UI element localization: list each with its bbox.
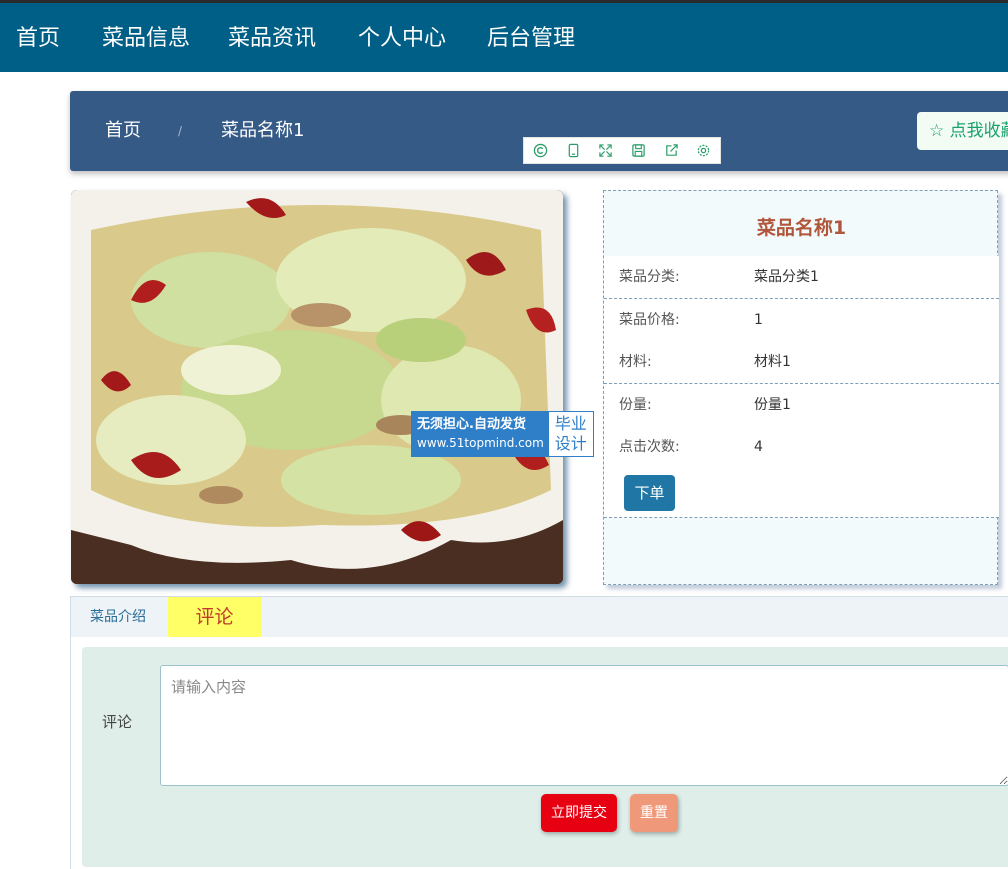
comment-field-label: 评论 xyxy=(102,713,133,731)
mobile-icon[interactable] xyxy=(557,138,590,163)
watermark-tag-line2: 设计 xyxy=(554,434,587,453)
detail-value: 菜品分类1 xyxy=(754,269,819,285)
dish-detail-panel: 菜品名称1 菜品分类: 菜品分类1 菜品价格: 1 材料: 材料1 份量: 份量… xyxy=(603,190,999,585)
watermark-text: 无须担心.自动发货 www.51topmind.com xyxy=(412,412,549,456)
watermark-url: www.51topmind.com xyxy=(417,436,544,450)
watermark-tag-line1: 毕业 xyxy=(554,414,587,433)
copyright-icon[interactable] xyxy=(524,138,557,163)
dish-photo xyxy=(71,190,563,584)
breadcrumb-separator: / xyxy=(178,124,183,138)
share-icon[interactable] xyxy=(655,138,688,163)
top-nav: 首页 菜品信息 菜品资讯 个人中心 后台管理 xyxy=(0,0,1008,75)
order-button[interactable]: 下单 xyxy=(624,475,675,511)
fullscreen-icon[interactable] xyxy=(589,138,622,163)
watermark-tag: 毕业 设计 xyxy=(549,412,593,456)
detail-value: 1 xyxy=(754,312,763,328)
detail-label: 菜品分类: xyxy=(619,269,680,285)
tab-dish-intro[interactable]: 菜品介绍 xyxy=(90,597,146,637)
detail-label: 材料: xyxy=(619,354,652,370)
breadcrumb-home[interactable]: 首页 xyxy=(105,91,141,171)
detail-row-category: 菜品分类: 菜品分类1 xyxy=(604,256,999,299)
nav-item-user-center[interactable]: 个人中心 xyxy=(358,6,446,72)
nav-item-admin[interactable]: 后台管理 xyxy=(487,6,575,72)
tabs-area: 菜品介绍 评论 评论 立即提交 重置 xyxy=(70,596,1008,869)
favorite-button[interactable]: ☆ 点我收藏 xyxy=(917,112,1008,150)
detail-row-portion: 份量: 份量1 xyxy=(604,384,999,427)
comment-form: 评论 立即提交 重置 xyxy=(82,647,1008,867)
dish-title: 菜品名称1 xyxy=(756,217,847,239)
save-icon[interactable] xyxy=(622,138,655,163)
nav-item-dish-news[interactable]: 菜品资讯 xyxy=(228,6,316,72)
detail-label: 菜品价格: xyxy=(619,312,680,328)
tab-bar: 菜品介绍 评论 xyxy=(71,597,1008,637)
reset-button[interactable]: 重置 xyxy=(630,794,678,832)
detail-row-ingredients: 材料: 材料1 xyxy=(604,341,999,384)
submit-button[interactable]: 立即提交 xyxy=(541,794,617,832)
detail-value: 4 xyxy=(754,439,763,455)
comment-input[interactable] xyxy=(160,665,1008,786)
detail-row-price: 菜品价格: 1 xyxy=(604,299,999,342)
settings-icon[interactable] xyxy=(687,138,720,163)
detail-value: 材料1 xyxy=(754,354,791,370)
detail-value: 份量1 xyxy=(754,397,791,413)
floating-toolbar xyxy=(523,137,721,164)
detail-label: 份量: xyxy=(619,397,652,413)
detail-label: 点击次数: xyxy=(619,439,680,455)
detail-row-clicks: 点击次数: 4 xyxy=(604,426,999,469)
order-row: 下单 xyxy=(604,468,999,518)
watermark-line1: 无须担心.自动发货 xyxy=(417,417,526,432)
breadcrumb-current: 菜品名称1 xyxy=(221,120,305,141)
watermark-badge: 无须担心.自动发货 www.51topmind.com 毕业 设计 xyxy=(411,411,594,457)
tab-comment[interactable]: 评论 xyxy=(168,597,261,637)
nav-item-dish-info[interactable]: 菜品信息 xyxy=(91,6,201,75)
nav-item-home[interactable]: 首页 xyxy=(16,6,60,72)
